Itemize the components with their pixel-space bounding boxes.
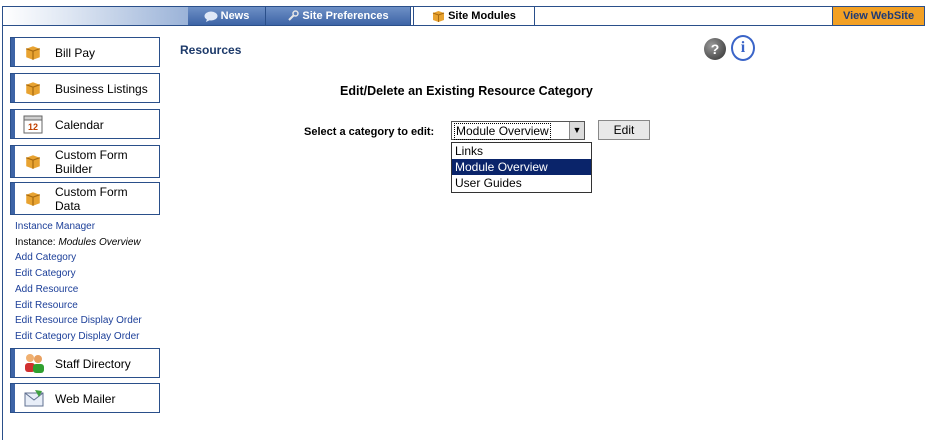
speech-bubble-icon <box>204 11 218 22</box>
category-select-label: Select a category to edit: <box>304 126 435 138</box>
wrench-icon <box>288 10 300 21</box>
sidebar-item-label: Business Listings <box>55 82 148 96</box>
edit-resource-order-link[interactable]: Edit Resource Display Order <box>15 313 142 329</box>
tab-site-modules-label: Site Modules <box>448 10 516 22</box>
top-nav-bar: News Site Preferences Site Modules View … <box>2 6 925 26</box>
sidebar-item-custom-form-data[interactable]: Custom Form Data <box>10 182 160 215</box>
package-icon <box>432 10 445 22</box>
edit-button[interactable]: Edit <box>598 120 650 140</box>
nav-gradient <box>3 7 188 25</box>
package-icon <box>26 46 40 60</box>
sidebar-item-custom-form-builder[interactable]: Custom Form Builder <box>10 145 160 178</box>
tab-news[interactable]: News <box>188 7 266 25</box>
package-icon <box>26 82 40 96</box>
tab-news-label: News <box>220 10 250 22</box>
info-icon[interactable]: i <box>731 35 755 61</box>
left-border <box>2 26 3 440</box>
module-sublinks: Instance Manager Instance: Modules Overv… <box>15 219 142 345</box>
help-icon[interactable]: ? <box>704 38 726 60</box>
package-icon <box>26 192 40 206</box>
add-resource-link[interactable]: Add Resource <box>15 282 142 298</box>
envelope-icon <box>24 390 44 407</box>
sidebar-item-label: Web Mailer <box>55 392 116 406</box>
edit-category-order-link[interactable]: Edit Category Display Order <box>15 329 142 345</box>
edit-resource-link[interactable]: Edit Resource <box>15 298 142 314</box>
tab-site-preferences-label: Site Preferences <box>302 10 389 22</box>
sidebar-item-label: Calendar <box>55 118 104 132</box>
sidebar-item-bill-pay[interactable]: Bill Pay <box>10 37 160 67</box>
add-category-link[interactable]: Add Category <box>15 250 142 266</box>
tab-site-modules[interactable]: Site Modules <box>413 7 535 25</box>
current-instance: Instance: Modules Overview <box>15 235 142 251</box>
package-icon <box>26 155 40 169</box>
chevron-down-icon[interactable]: ▼ <box>569 122 584 139</box>
edit-category-link[interactable]: Edit Category <box>15 266 142 282</box>
category-select[interactable]: Module Overview ▼ <box>451 121 585 140</box>
dropdown-option-selected[interactable]: Module Overview <box>452 159 591 175</box>
page-title: Resources <box>180 43 242 57</box>
view-website-button[interactable]: View WebSite <box>832 7 924 25</box>
selected-value: Module Overview <box>454 123 551 140</box>
svg-text:12: 12 <box>28 122 38 132</box>
tab-site-preferences[interactable]: Site Preferences <box>266 7 411 25</box>
people-icon <box>25 354 44 373</box>
sidebar-item-label: Custom Form Builder <box>55 148 128 176</box>
sidebar-item-staff-directory[interactable]: Staff Directory <box>10 348 160 378</box>
section-heading: Edit/Delete an Existing Resource Categor… <box>340 84 593 98</box>
calendar-icon: 12 <box>23 115 43 134</box>
sidebar-item-web-mailer[interactable]: Web Mailer <box>10 383 160 413</box>
sidebar-item-calendar[interactable]: 12 Calendar <box>10 109 160 139</box>
dropdown-option[interactable]: Links <box>452 143 591 159</box>
instance-name: Modules Overview <box>58 236 141 248</box>
instance-prefix: Instance: <box>15 236 56 248</box>
sidebar-item-label: Bill Pay <box>55 46 96 60</box>
sidebar-item-label: Staff Directory <box>55 357 131 371</box>
category-dropdown-list: Links Module Overview User Guides <box>451 142 592 193</box>
sidebar-item-business-listings[interactable]: Business Listings <box>10 73 160 103</box>
instance-manager-link[interactable]: Instance Manager <box>15 219 142 235</box>
dropdown-option[interactable]: User Guides <box>452 175 591 191</box>
sidebar-item-label: Custom Form Data <box>55 185 128 213</box>
